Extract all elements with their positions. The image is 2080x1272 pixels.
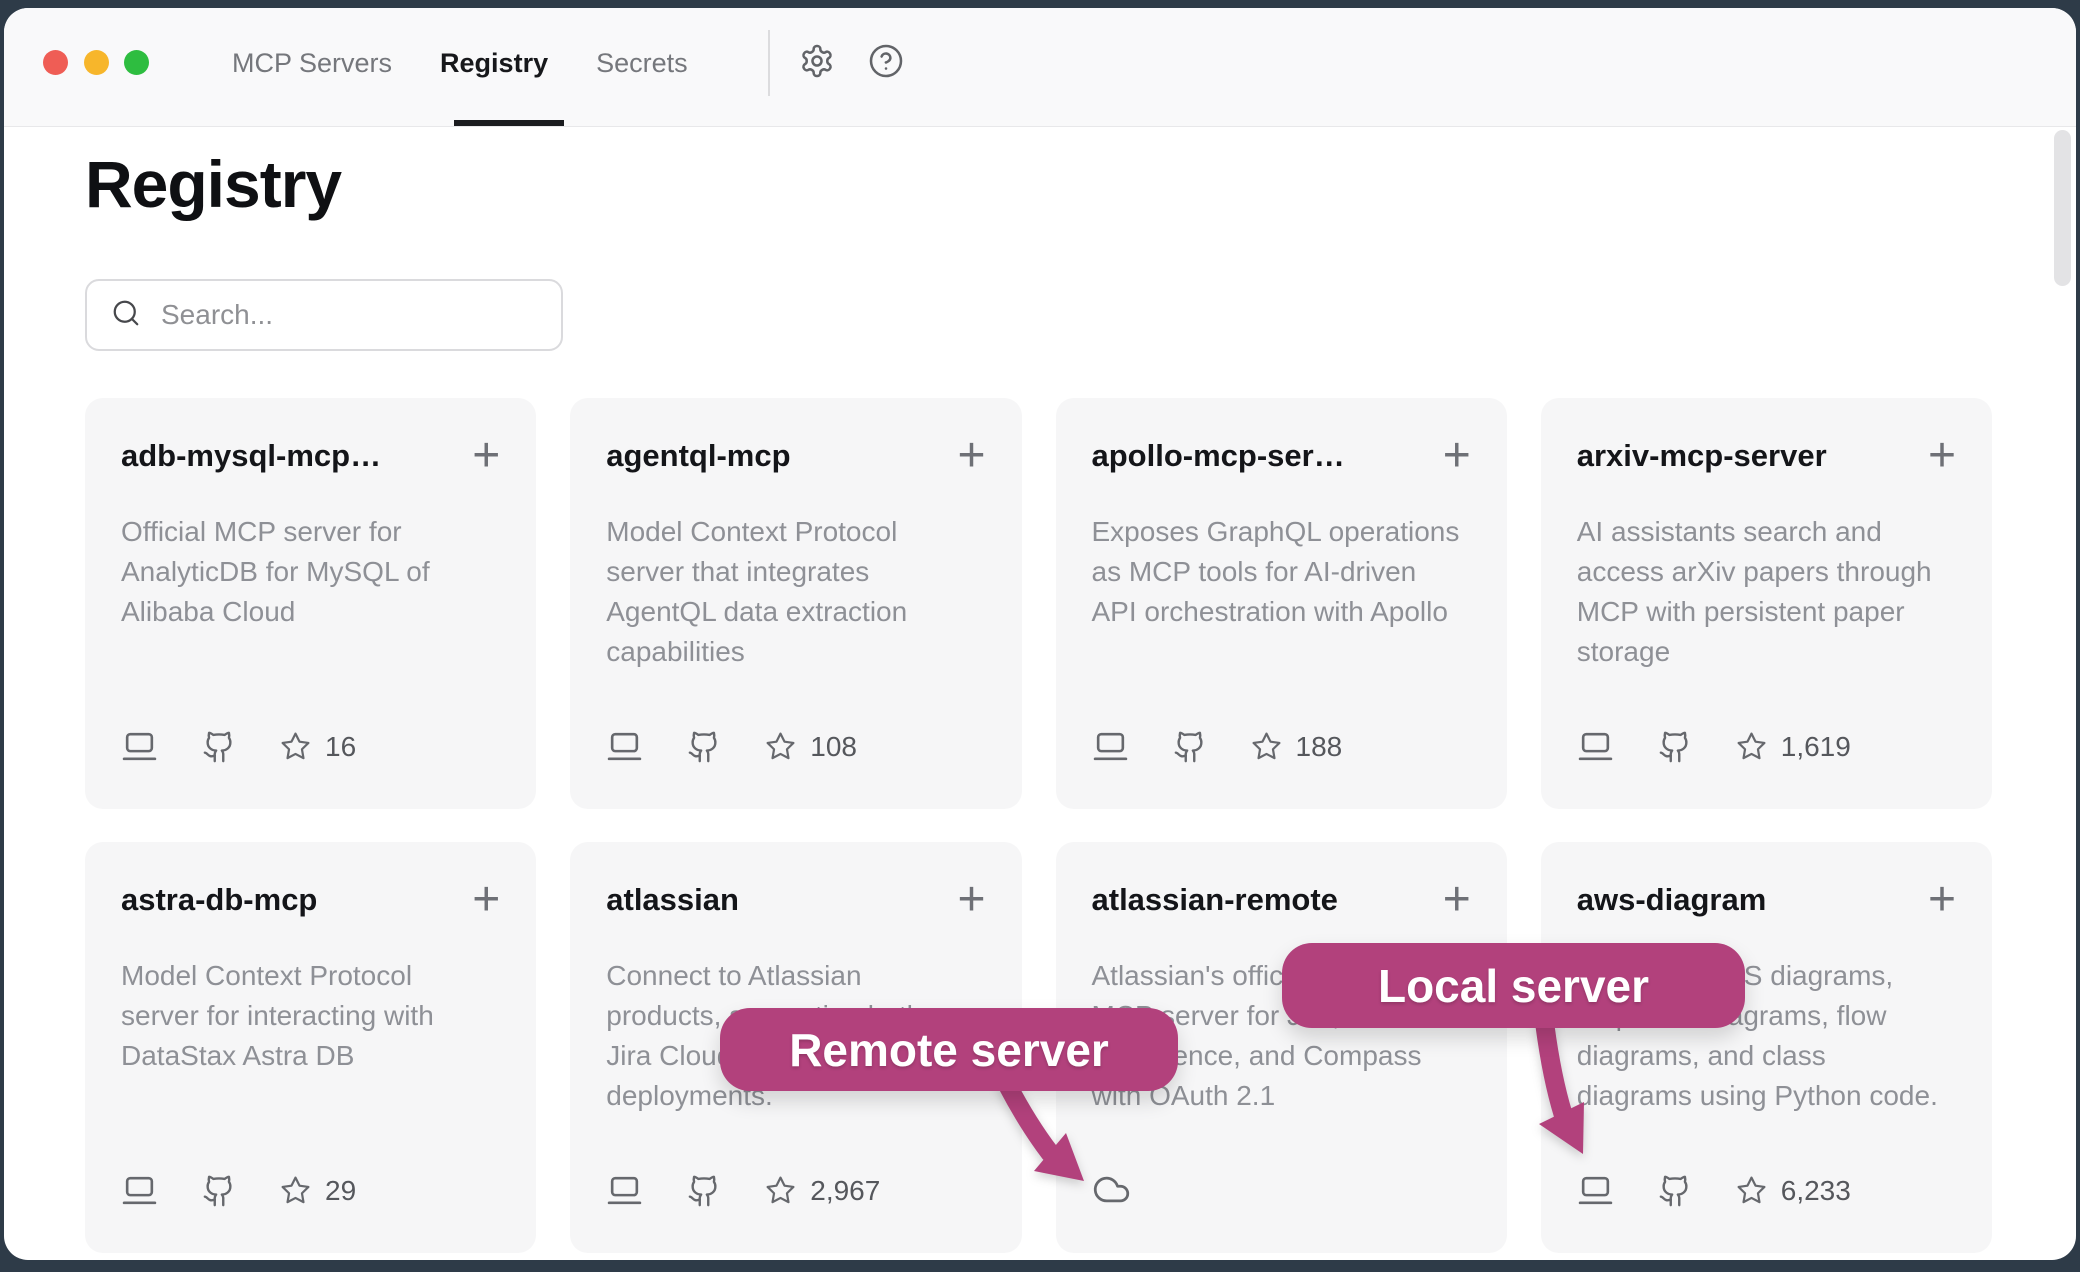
remote-server-callout: Remote server [720,1008,1178,1091]
server-name: atlassian-remote [1092,882,1338,918]
star-count: 29 [325,1175,356,1207]
local-server-callout: Local server [1282,943,1745,1028]
server-description: Model Context Protocolserver that integr… [606,512,985,672]
star-count: 108 [810,731,857,763]
settings-button[interactable] [799,43,835,79]
server-name: arxiv-mcp-server [1577,438,1827,474]
star-count: 1,619 [1781,731,1851,763]
laptop-icon [121,728,158,765]
add-server-button[interactable]: + [1928,885,1956,915]
github-icon [687,1174,721,1208]
laptop-icon [606,728,643,765]
server-description: Model Context Protocolserver for interac… [121,956,500,1076]
star-icon [765,731,796,762]
github-icon [1173,730,1207,764]
add-server-button[interactable]: + [472,441,500,471]
star-icon [1736,1175,1767,1206]
titlebar: MCP Servers Registry Secrets [4,8,2076,127]
server-card[interactable]: aws-diagram + Generate AWS diagrams,sequ… [1541,842,1992,1253]
server-card[interactable]: apollo-mcp-ser… + Exposes GraphQL operat… [1056,398,1507,809]
scrollbar-thumb[interactable] [2054,130,2071,286]
laptop-icon [606,1172,643,1209]
toolbar-divider [768,30,770,96]
github-icon [202,730,236,764]
star-count: 188 [1296,731,1343,763]
server-description: Exposes GraphQL operationsas MCP tools f… [1092,512,1471,632]
tab-mcp-servers[interactable]: MCP Servers [232,48,392,79]
search-input[interactable] [159,298,523,332]
star-icon [280,1175,311,1206]
add-server-button[interactable]: + [472,885,500,915]
help-circle-icon [868,43,904,79]
cloud-icon [1092,1170,1131,1209]
star-icon [1251,731,1282,762]
server-card[interactable]: astra-db-mcp + Model Context Protocolser… [85,842,536,1253]
server-name: adb-mysql-mcp… [121,438,381,474]
star-count: 6,233 [1781,1175,1851,1207]
add-server-button[interactable]: + [1443,441,1471,471]
tab-secrets[interactable]: Secrets [596,48,688,79]
traffic-light-minimize-button[interactable] [84,50,109,75]
star-icon [1736,731,1767,762]
page-title: Registry [85,146,341,222]
search-box[interactable] [85,279,563,351]
help-button[interactable] [868,43,904,79]
add-server-button[interactable]: + [1443,885,1471,915]
traffic-light-zoom-button[interactable] [124,50,149,75]
github-icon [1658,1174,1692,1208]
add-server-button[interactable]: + [1928,441,1956,471]
star-icon [765,1175,796,1206]
server-description: Official MCP server forAnalyticDB for My… [121,512,500,632]
add-server-button[interactable]: + [957,441,985,471]
server-card-grid: adb-mysql-mcp… + Official MCP server for… [85,398,1992,1253]
server-name: apollo-mcp-ser… [1092,438,1345,474]
laptop-icon [121,1172,158,1209]
star-count: 2,967 [810,1175,880,1207]
github-icon [687,730,721,764]
tab-registry[interactable]: Registry [440,48,548,79]
server-card[interactable]: adb-mysql-mcp… + Official MCP server for… [85,398,536,809]
search-icon [111,298,141,333]
github-icon [202,1174,236,1208]
active-tab-underline [454,120,564,126]
star-icon [280,731,311,762]
server-card[interactable]: arxiv-mcp-server + AI assistants search … [1541,398,1992,809]
server-card[interactable]: agentql-mcp + Model Context Protocolserv… [570,398,1021,809]
star-count: 16 [325,731,356,763]
gear-icon [799,43,835,79]
server-name: atlassian [606,882,739,918]
laptop-icon [1092,728,1129,765]
laptop-icon [1577,728,1614,765]
traffic-light-close-button[interactable] [43,50,68,75]
screen: MCP Servers Registry Secrets [0,0,2080,1272]
server-name: agentql-mcp [606,438,790,474]
server-description: AI assistants search andaccess arXiv pap… [1577,512,1956,672]
server-name: aws-diagram [1577,882,1767,918]
server-name: astra-db-mcp [121,882,317,918]
github-icon [1658,730,1692,764]
laptop-icon [1577,1172,1614,1209]
add-server-button[interactable]: + [957,885,985,915]
top-nav: MCP Servers Registry Secrets [232,8,688,127]
